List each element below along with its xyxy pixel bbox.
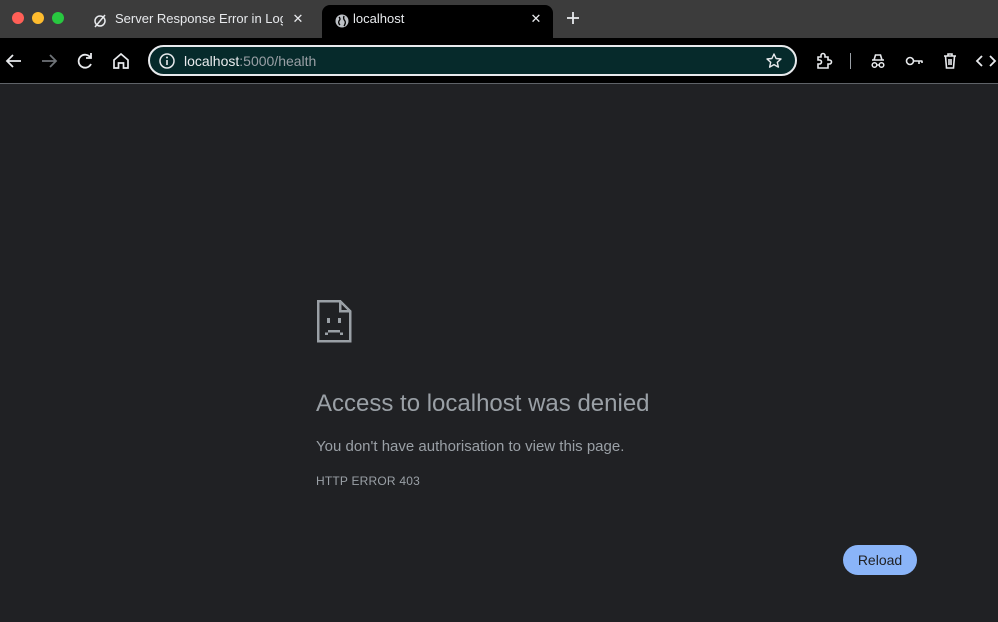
extensions-icon bbox=[817, 52, 833, 69]
trash-icon bbox=[944, 53, 956, 69]
password-key-icon bbox=[905, 56, 923, 66]
address-bar[interactable]: localhost:5000/health bbox=[148, 45, 797, 76]
error-code: HTTP ERROR 403 bbox=[316, 474, 420, 488]
back-button[interactable] bbox=[2, 49, 26, 73]
code-icon bbox=[975, 55, 997, 67]
sad-document-icon bbox=[316, 299, 352, 343]
plus-icon bbox=[567, 12, 579, 24]
tab-title: localhost bbox=[353, 11, 405, 26]
tab-server-response-error[interactable]: Server Response Error in Logi ✕ bbox=[80, 5, 314, 38]
browser-toolbar: localhost:5000/health bbox=[0, 38, 998, 84]
close-icon[interactable]: ✕ bbox=[290, 11, 306, 27]
bookmark-star-icon[interactable] bbox=[765, 52, 783, 70]
tab-localhost[interactable]: localhost ✕ bbox=[322, 5, 553, 38]
url-text: localhost:5000/health bbox=[184, 53, 316, 69]
extensions-button[interactable] bbox=[812, 49, 836, 73]
home-button[interactable] bbox=[109, 49, 133, 73]
zoom-window-button[interactable] bbox=[52, 12, 64, 24]
reload-button[interactable] bbox=[73, 49, 97, 73]
new-tab-button[interactable] bbox=[562, 7, 584, 29]
minimize-window-button[interactable] bbox=[32, 12, 44, 24]
back-icon bbox=[5, 54, 21, 68]
incognito-icon bbox=[871, 54, 885, 69]
page-content: Access to localhost was denied You don't… bbox=[0, 85, 998, 622]
url-path: :5000/health bbox=[239, 53, 317, 69]
tab-title: Server Response Error in Logi bbox=[115, 11, 283, 26]
error-title: Access to localhost was denied bbox=[316, 390, 650, 417]
trash-button[interactable] bbox=[938, 49, 962, 73]
error-description: You don't have authorisation to view thi… bbox=[316, 438, 625, 455]
slash-circle-icon bbox=[92, 13, 108, 29]
forward-button[interactable] bbox=[37, 49, 61, 73]
site-info-icon[interactable] bbox=[158, 52, 176, 70]
close-window-button[interactable] bbox=[12, 12, 24, 24]
home-icon bbox=[113, 52, 129, 69]
tab-strip: Server Response Error in Logi ✕ localhos… bbox=[0, 0, 998, 38]
reload-icon bbox=[77, 53, 92, 69]
close-icon[interactable]: ✕ bbox=[528, 11, 544, 27]
forward-icon bbox=[42, 54, 58, 68]
password-manager-button[interactable] bbox=[902, 49, 926, 73]
url-host: localhost bbox=[184, 53, 240, 69]
devtools-button[interactable] bbox=[974, 49, 998, 73]
globe-icon bbox=[334, 13, 350, 29]
toolbar-divider bbox=[850, 53, 851, 69]
reload-button[interactable]: Reload bbox=[843, 545, 917, 575]
incognito-button[interactable] bbox=[866, 49, 890, 73]
